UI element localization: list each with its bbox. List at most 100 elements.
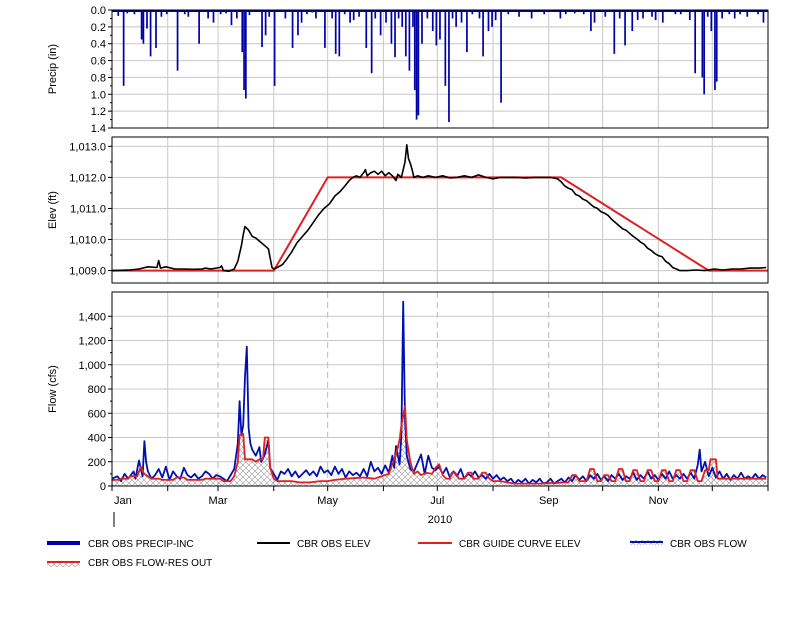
precip-bar xyxy=(715,10,718,82)
y-tick-label: 1,013.0 xyxy=(69,141,106,153)
precip-bar xyxy=(324,10,326,48)
y-tick-label: 1.4 xyxy=(91,123,106,135)
x-tick-label: Jan xyxy=(114,495,132,507)
precip-bar xyxy=(703,10,706,95)
legend-item-obs-elev: CBR OBS ELEV xyxy=(257,539,371,550)
x-axis: Jan Mar May Jul Sep Nov xyxy=(111,486,769,507)
precip-bar xyxy=(370,10,373,74)
elevation-panel: 1,009.0 1,010.0 1,011.0 1,012.0 1,013.0 Elev… xyxy=(47,136,769,284)
y-tick-label: 600 xyxy=(88,408,106,420)
legend-item-precip: CBR OBS PRECIP-INC xyxy=(47,539,194,550)
precip-bar xyxy=(694,10,697,74)
precip-bar xyxy=(155,10,157,48)
legend-label-guide-curve: CBR GUIDE CURVE ELEV xyxy=(459,539,581,550)
precip-bar xyxy=(412,10,414,27)
precip-bar xyxy=(146,10,148,29)
precip-bar xyxy=(241,10,244,53)
elevation-grid xyxy=(112,137,768,283)
precip-bar xyxy=(431,10,434,32)
y-tick-label: 1,000 xyxy=(78,360,106,372)
precip-bar xyxy=(455,10,457,27)
precip-bar xyxy=(264,10,267,36)
flow-lines xyxy=(112,300,767,486)
x-axis-year-label: 2010 xyxy=(428,514,452,526)
precip-bar xyxy=(261,10,263,48)
y-tick-label: 1,011.0 xyxy=(70,203,106,215)
y-tick-label: 0.0 xyxy=(91,5,106,17)
precip-bar xyxy=(394,10,396,58)
obs-flow-line xyxy=(112,300,767,485)
precip-bar xyxy=(297,10,299,36)
precip-bar xyxy=(243,10,245,91)
precip-bar xyxy=(404,10,407,57)
y-tick-label: 0.6 xyxy=(91,56,106,68)
precip-y-axis-title: Precip (in) xyxy=(47,44,59,94)
precip-bar xyxy=(448,10,450,123)
flow-panel: 0 200 400 600 800 1,000 1,200 1,400 Flow (cfs) xyxy=(47,291,769,493)
precip-bar xyxy=(421,10,423,44)
precip-bar xyxy=(482,10,484,57)
precip-bar xyxy=(176,10,179,71)
guide-curve-elev-line xyxy=(112,176,768,272)
precip-bar xyxy=(466,10,468,53)
y-tick-label: 800 xyxy=(88,384,106,396)
precip-bar xyxy=(417,10,420,116)
y-tick-label: 0 xyxy=(100,481,106,493)
y-tick-label: 1,200 xyxy=(78,336,106,348)
precip-bar xyxy=(415,10,418,120)
precip-bar xyxy=(710,10,713,32)
precip-bar xyxy=(439,10,441,40)
flow-y-ticks: 0 200 400 600 800 1,000 1,200 1,400 xyxy=(78,311,112,493)
legend-label-precip: CBR OBS PRECIP-INC xyxy=(88,539,194,550)
precip-bar xyxy=(631,10,634,32)
y-tick-label: 1,009.0 xyxy=(69,266,106,278)
precip-bar xyxy=(334,10,337,54)
y-tick-label: 1,400 xyxy=(78,311,106,323)
precip-bar xyxy=(365,10,368,48)
precip-bar xyxy=(244,10,247,99)
y-tick-label: 0.4 xyxy=(91,39,106,51)
legend: CBR OBS PRECIP-INC CBR OBS ELEV CBR GUID… xyxy=(47,539,747,569)
precip-bar xyxy=(701,10,704,78)
y-tick-label: 400 xyxy=(88,433,106,445)
elevation-y-axis-title: Elev (ft) xyxy=(47,191,59,229)
precip-bar xyxy=(613,10,616,54)
precip-bar xyxy=(291,10,294,48)
precip-bar xyxy=(273,10,276,86)
y-tick-label: 200 xyxy=(88,457,106,469)
precip-bar xyxy=(122,10,125,86)
precip-bar xyxy=(390,10,393,44)
precip-bar xyxy=(142,10,145,44)
precip-bar xyxy=(140,10,143,40)
elevation-frame xyxy=(111,136,769,284)
x-tick-label: May xyxy=(317,495,338,507)
precip-bar xyxy=(487,10,490,32)
y-tick-label: 1,012.0 xyxy=(69,172,106,184)
precip-bar xyxy=(401,10,404,27)
precip-bar xyxy=(435,10,438,46)
y-tick-label: 1,010.0 xyxy=(69,235,106,247)
legend-label-obs-elev: CBR OBS ELEV xyxy=(297,539,371,550)
legend-item-guide-curve: CBR GUIDE CURVE ELEV xyxy=(418,539,581,550)
legend-item-obs-flow: CBR OBS FLOW xyxy=(630,539,747,550)
legend-item-res-out: CBR OBS FLOW-RES OUT xyxy=(47,558,212,569)
flow-y-axis-title: Flow (cfs) xyxy=(47,365,59,413)
precip-bar xyxy=(624,10,626,46)
precip-bar xyxy=(338,10,341,57)
precip-bar xyxy=(413,10,416,91)
precip-bar xyxy=(408,10,411,71)
chart: 0.0 0.2 0.4 0.6 0.8 1.0 1.2 1.4 Precip (in) 1,0… xyxy=(47,5,769,569)
precip-bar xyxy=(198,10,200,44)
precip-bar xyxy=(714,10,716,91)
elevation-y-ticks: 1,009.0 1,010.0 1,011.0 1,012.0 1,013.0 xyxy=(69,141,112,278)
y-tick-label: 1.2 xyxy=(91,106,106,118)
precip-bar xyxy=(149,10,152,57)
x-tick-label: Sep xyxy=(539,495,559,507)
flow-grid xyxy=(112,292,768,487)
precip-y-ticks: 0.0 0.2 0.4 0.6 0.8 1.0 1.2 1.4 xyxy=(91,5,112,135)
y-tick-label: 0.8 xyxy=(91,72,106,84)
legend-label-res-out: CBR OBS FLOW-RES OUT xyxy=(88,558,212,569)
x-tick-label: Jul xyxy=(430,495,444,507)
precip-bar xyxy=(379,10,382,36)
y-tick-label: 0.2 xyxy=(91,22,106,34)
